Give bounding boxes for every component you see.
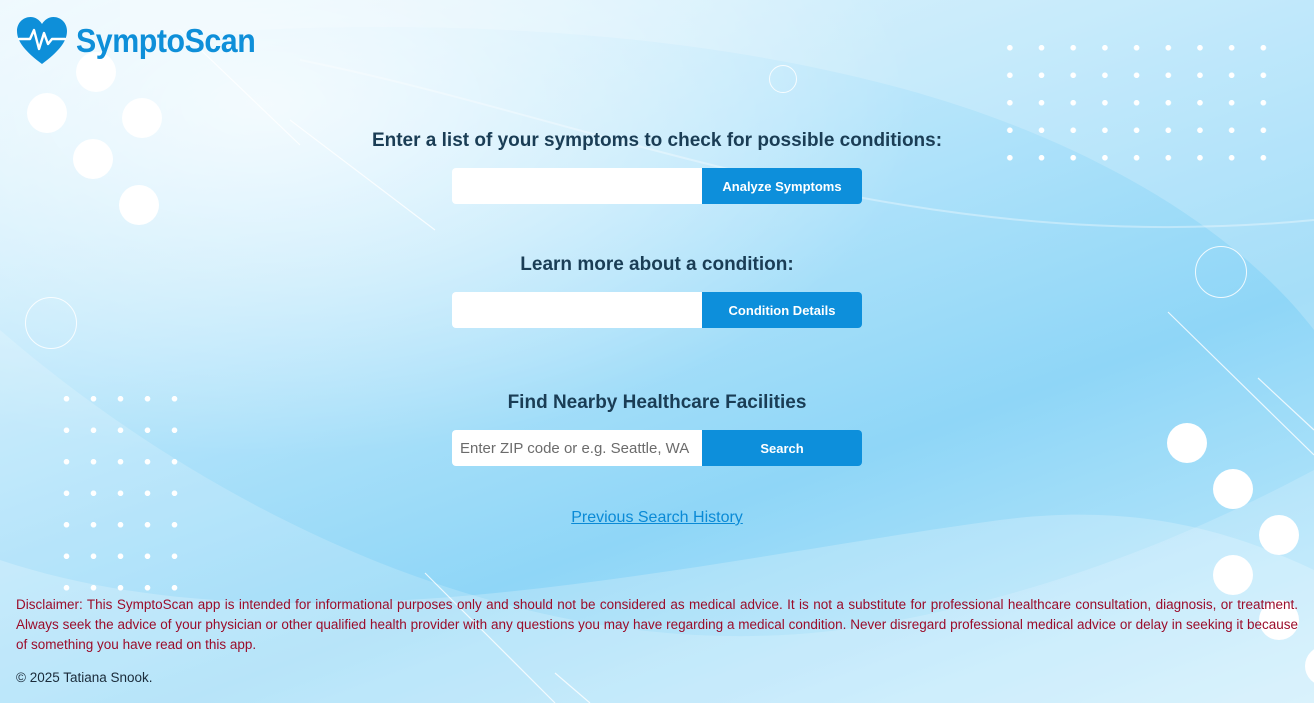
facilities-section: Find Nearby Healthcare Facilities: [0, 392, 1314, 414]
app-logo-text: SymptoScan: [76, 22, 256, 59]
condition-section: Learn more about a condition:: [0, 254, 1314, 276]
heart-pulse-icon: [17, 17, 67, 64]
facilities-title: Find Nearby Healthcare Facilities: [507, 392, 807, 413]
condition-input[interactable]: [452, 292, 702, 328]
decor-ring: [769, 65, 797, 93]
facilities-search-button[interactable]: Search: [702, 430, 862, 466]
condition-form: Condition Details: [452, 292, 862, 328]
analyze-symptoms-button[interactable]: Analyze Symptoms: [702, 168, 862, 204]
location-search-input[interactable]: [452, 430, 702, 466]
decor-dot-grid: [53, 383, 189, 603]
condition-details-button[interactable]: Condition Details: [702, 292, 862, 328]
disclaimer-text: Disclaimer: This SymptoScan app is inten…: [16, 597, 1298, 652]
copyright-text: © 2025 Tatiana Snook.: [16, 670, 153, 685]
condition-title: Learn more about a condition:: [520, 254, 794, 275]
decor-ring: [25, 297, 77, 349]
symptoms-form: Analyze Symptoms: [452, 168, 862, 204]
decor-dot: [1213, 555, 1253, 595]
previous-search-history-link[interactable]: Previous Search History: [0, 509, 1314, 527]
symptoms-section: Enter a list of your symptoms to check f…: [0, 130, 1314, 152]
symptoms-input[interactable]: [452, 168, 702, 204]
decor-dot: [27, 93, 67, 133]
decor-dot: [1213, 469, 1253, 509]
symptoms-title: Enter a list of your symptoms to check f…: [371, 130, 943, 151]
facilities-form: Search: [452, 430, 862, 466]
decor-dot: [119, 185, 159, 225]
decor-dot: [1167, 423, 1207, 463]
app-header: SymptoScan: [16, 16, 271, 66]
